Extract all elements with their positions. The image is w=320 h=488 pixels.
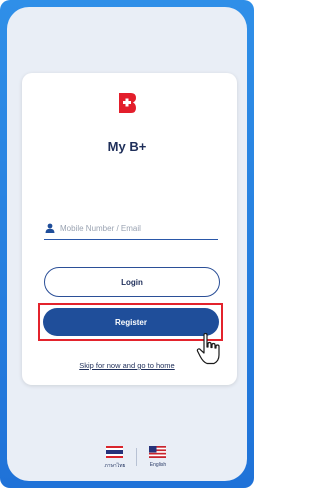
app-title: My B+ xyxy=(107,139,147,154)
language-english-label: English xyxy=(149,462,167,468)
thai-flag-icon xyxy=(106,446,123,458)
identifier-field-group xyxy=(44,219,218,240)
b-plus-logo-icon xyxy=(119,93,136,113)
hand-pointer-cursor-icon xyxy=(196,333,220,365)
login-button[interactable]: Login xyxy=(44,267,220,297)
language-thai-button[interactable]: ภาษาไทย xyxy=(97,444,133,474)
user-icon xyxy=(45,223,55,233)
language-english-button[interactable]: English xyxy=(140,444,176,474)
language-divider xyxy=(136,448,137,466)
identifier-input[interactable] xyxy=(60,221,216,235)
us-flag-icon xyxy=(149,446,166,458)
language-thai-label: ภาษาไทย xyxy=(104,463,126,469)
register-button[interactable]: Register xyxy=(43,308,219,336)
